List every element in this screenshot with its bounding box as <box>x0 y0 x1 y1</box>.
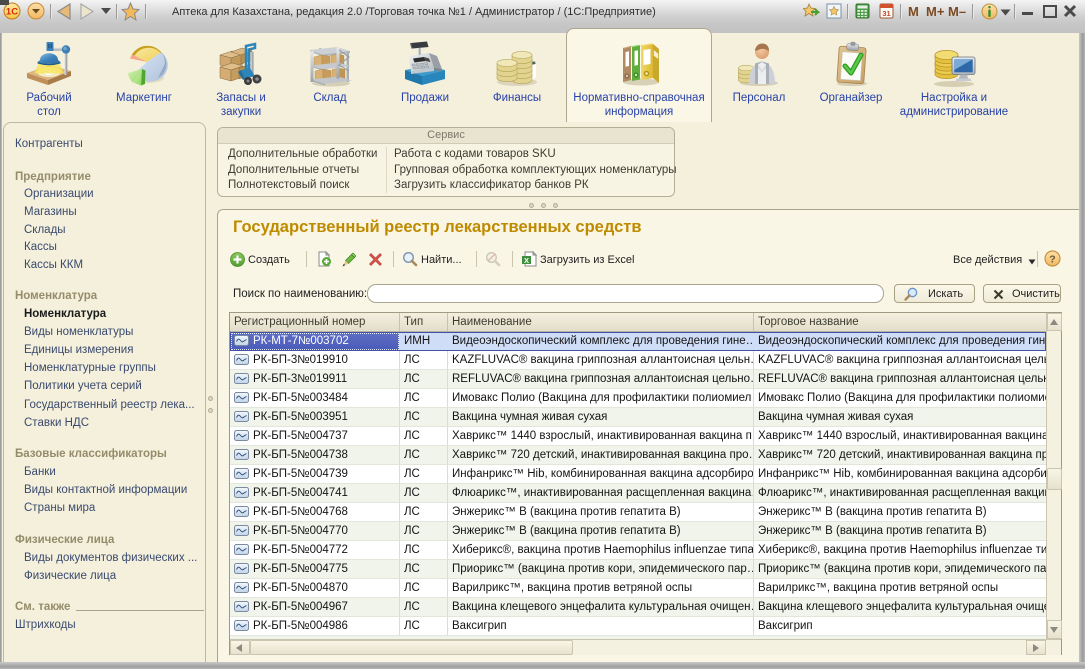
svg-text:31: 31 <box>882 9 890 18</box>
svg-text:1С: 1С <box>6 7 18 18</box>
svg-text:X: X <box>524 256 529 265</box>
svg-text:?: ? <box>1049 254 1055 266</box>
